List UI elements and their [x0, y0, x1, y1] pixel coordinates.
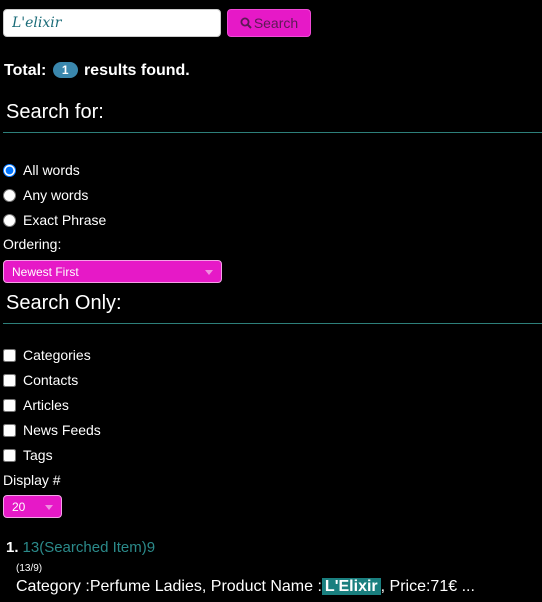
option-any-words[interactable]: Any words	[3, 187, 88, 203]
filter-tags[interactable]: Tags	[3, 447, 53, 463]
checkbox-categories[interactable]	[3, 348, 16, 362]
ordering-label: Ordering:	[3, 236, 62, 252]
results-total: Total: 1 results found.	[4, 62, 190, 80]
divider	[3, 132, 542, 133]
option-label: All words	[23, 162, 80, 178]
filter-label: Articles	[23, 397, 69, 413]
checkbox-tags[interactable]	[3, 448, 16, 462]
search-input[interactable]	[3, 9, 221, 37]
search-only-heading: Search Only:	[6, 292, 122, 314]
result-date: (13/9)	[16, 563, 43, 574]
filter-news-feeds[interactable]: News Feeds	[3, 422, 101, 438]
option-exact-phrase[interactable]: Exact Phrase	[3, 212, 106, 228]
ordering-select[interactable]: Newest First	[3, 260, 222, 283]
result-number: 1.	[6, 539, 19, 556]
radio-all-words[interactable]	[3, 163, 16, 177]
checkbox-articles[interactable]	[3, 398, 16, 412]
radio-exact-phrase[interactable]	[3, 213, 16, 227]
filter-label: Tags	[23, 447, 53, 463]
result-item: 1. 13(Searched Item)9	[6, 539, 155, 556]
results-count-badge: 1	[52, 62, 78, 78]
total-suffix: results found.	[83, 62, 190, 79]
search-button[interactable]: Search	[227, 9, 311, 37]
option-all-words[interactable]: All words	[3, 162, 80, 178]
chevron-down-icon	[45, 504, 53, 510]
result-snippet: Category :Perfume Ladies, Product Name :…	[16, 578, 475, 596]
filter-label: Categories	[23, 347, 91, 363]
checkbox-news-feeds[interactable]	[3, 423, 16, 437]
radio-any-words[interactable]	[3, 188, 16, 202]
divider	[3, 323, 542, 324]
checkbox-contacts[interactable]	[3, 373, 16, 387]
search-icon	[240, 17, 252, 29]
filter-categories[interactable]: Categories	[3, 347, 91, 363]
option-label: Exact Phrase	[23, 212, 107, 228]
result-title-link[interactable]: 13(Searched Item)9	[23, 539, 156, 556]
snippet-after: , Price:71€ ...	[380, 578, 475, 595]
ordering-selected: Newest First	[12, 264, 79, 279]
display-count-select[interactable]: 20	[3, 495, 62, 518]
search-button-label: Search	[253, 15, 299, 31]
search-for-heading: Search for:	[6, 101, 104, 123]
search-bar: Search	[3, 9, 311, 37]
chevron-down-icon	[205, 269, 213, 275]
display-label: Display #	[3, 472, 61, 488]
total-prefix: Total:	[4, 62, 47, 79]
filter-label: News Feeds	[23, 422, 101, 438]
snippet-before: Category :Perfume Ladies, Product Name :	[16, 578, 322, 595]
filter-contacts[interactable]: Contacts	[3, 372, 78, 388]
option-label: Any words	[23, 187, 89, 203]
search-highlight: L'Elixir	[321, 578, 381, 595]
filter-label: Contacts	[23, 372, 79, 388]
filter-articles[interactable]: Articles	[3, 397, 69, 413]
display-selected: 20	[12, 499, 26, 514]
